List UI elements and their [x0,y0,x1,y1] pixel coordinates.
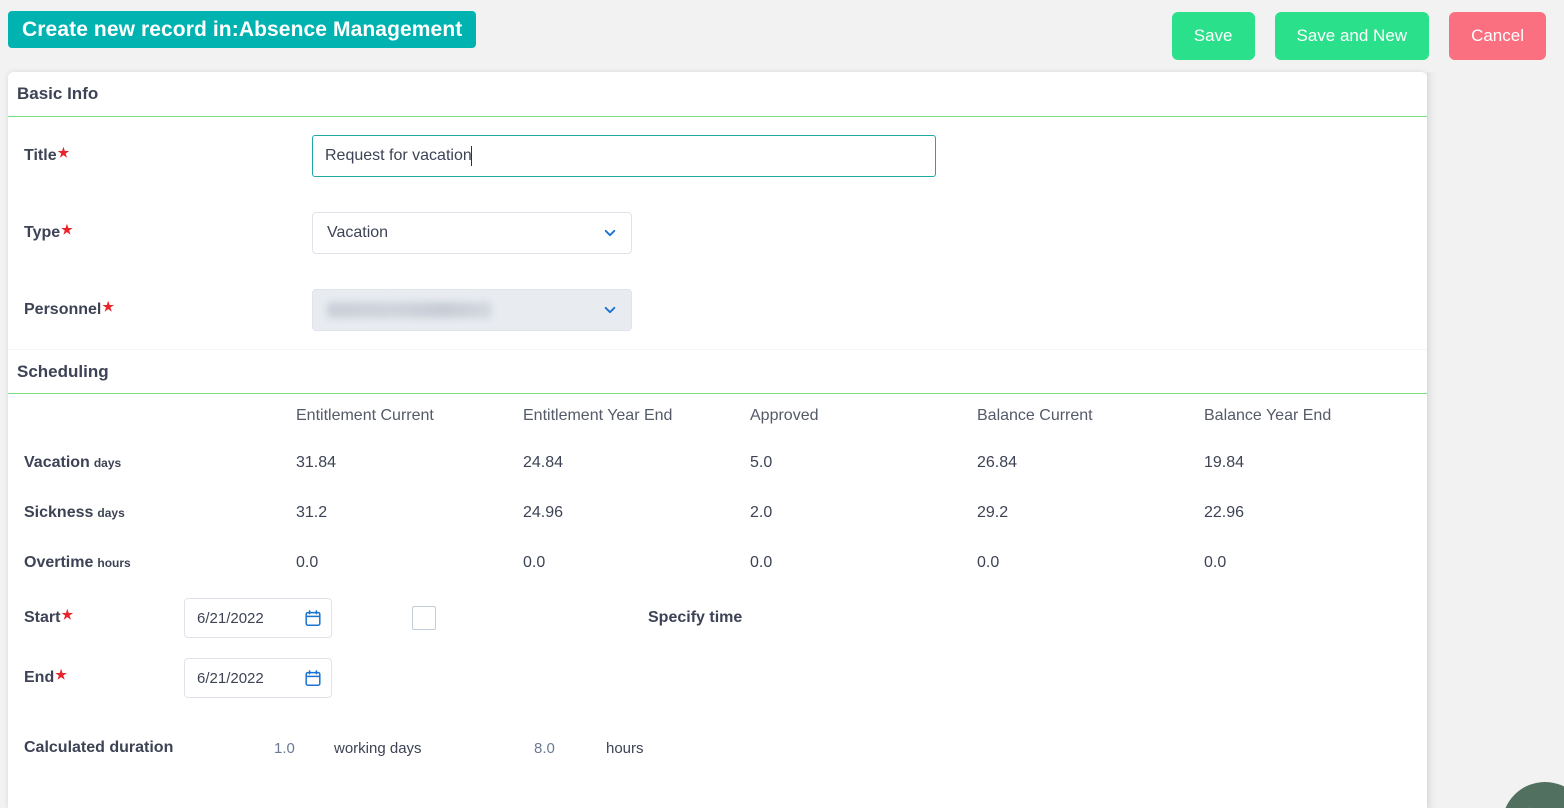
table-row: Overtime hours 0.0 0.0 0.0 0.0 0.0 [8,538,1427,588]
start-date-input[interactable]: 6/21/2022 [184,598,332,638]
cell-value: 0.0 [750,538,977,588]
cell-value: 5.0 [750,438,977,488]
title-field-row: Title ★ Request for vacation [8,117,1427,195]
row-label-sickness: Sickness days [8,488,296,538]
table-row: Sickness days 31.2 24.96 2.0 29.2 22.96 [8,488,1427,538]
balances-col-balance-year-end: Balance Year End [1204,394,1427,438]
save-button[interactable]: Save [1172,12,1255,60]
duration-hours-value: 8.0 [534,740,606,757]
type-select[interactable]: Vacation [312,212,632,254]
cell-value: 2.0 [750,488,977,538]
specify-time-label: Specify time [648,609,742,627]
cell-value: 0.0 [523,538,750,588]
save-and-new-button[interactable]: Save and New [1275,12,1430,60]
required-star-icon: ★ [55,667,67,683]
required-star-icon: ★ [58,145,70,161]
row-unit-text: days [94,456,121,470]
calculated-duration-label: Calculated duration [24,739,274,757]
end-field-label: End ★ [24,669,184,687]
form-panel: Basic Info Title ★ Request for vacation … [8,72,1427,808]
section-header-basic-info: Basic Info [8,72,1427,117]
chat-support-fab[interactable]: ✦ [1502,782,1564,808]
top-bar: Create new record in:Absence Management … [0,0,1564,70]
text-caret [471,146,472,166]
type-select-value: Vacation [327,224,388,242]
balances-table: Entitlement Current Entitlement Year End… [8,394,1427,588]
personnel-field-label: Personnel ★ [24,301,312,319]
cell-value: 29.2 [977,488,1204,538]
type-label-text: Type [24,224,60,242]
end-date-value: 6/21/2022 [197,670,264,687]
calculated-duration-row: Calculated duration 1.0 working days 8.0… [8,708,1427,770]
duration-days-unit: working days [334,740,534,757]
balances-col-entitlement-year-end: Entitlement Year End [523,394,750,438]
end-date-input[interactable]: 6/21/2022 [184,658,332,698]
cell-value: 19.84 [1204,438,1427,488]
row-label-text: Vacation [24,454,90,471]
type-field-row: Type ★ Vacation [8,195,1427,271]
chat-icon: ✦ [1524,804,1535,808]
balances-col-blank [8,394,296,438]
basic-info-body: Title ★ Request for vacation Type ★ Vaca… [8,117,1427,349]
calendar-icon[interactable] [305,610,321,627]
calendar-icon[interactable] [305,670,321,687]
absence-management-create-record-page: Create new record in:Absence Management … [0,0,1564,808]
required-star-icon: ★ [102,299,114,315]
section-title-scheduling: Scheduling [17,362,109,382]
balances-col-approved: Approved [750,394,977,438]
duration-hours-unit: hours [606,740,644,757]
cell-value: 24.96 [523,488,750,538]
row-label-text: Sickness [24,504,93,521]
title-input-value: Request for vacation [325,147,472,165]
required-star-icon: ★ [61,607,73,623]
cell-value: 26.84 [977,438,1204,488]
chevron-down-icon [603,303,617,317]
panel-right-edge-shadow [1427,72,1437,808]
top-bar-actions: Save Save and New Cancel [1172,12,1546,60]
row-unit-text: hours [97,556,130,570]
title-field-label: Title ★ [24,147,312,165]
balances-col-balance-current: Balance Current [977,394,1204,438]
start-label-text: Start [24,609,60,627]
row-label-vacation: Vacation days [8,438,296,488]
balances-table-head: Entitlement Current Entitlement Year End… [8,394,1427,438]
cell-value: 31.2 [296,488,523,538]
end-label-text: End [24,669,54,687]
required-star-icon: ★ [61,222,73,238]
section-header-scheduling: Scheduling [8,349,1427,394]
balances-header-row: Entitlement Current Entitlement Year End… [8,394,1427,438]
personnel-select[interactable] [312,289,632,331]
start-date-value: 6/21/2022 [197,610,264,627]
personnel-redacted-value [327,302,492,318]
start-field-label: Start ★ [24,609,184,627]
cell-value: 0.0 [1204,538,1427,588]
cancel-button[interactable]: Cancel [1449,12,1546,60]
page-title: Create new record in:Absence Management [8,11,476,48]
section-title-basic-info: Basic Info [17,84,98,104]
cell-value: 22.96 [1204,488,1427,538]
duration-days-value: 1.0 [274,740,334,757]
start-field-row: Start ★ 6/21/2022 [8,588,1427,648]
cell-value: 24.84 [523,438,750,488]
title-input[interactable]: Request for vacation [312,135,936,177]
chevron-down-icon [603,226,617,240]
cell-value: 0.0 [977,538,1204,588]
row-unit-text: days [97,506,124,520]
type-field-label: Type ★ [24,224,312,242]
balances-col-entitlement-current: Entitlement Current [296,394,523,438]
title-label-text: Title [24,147,57,165]
table-row: Vacation days 31.84 24.84 5.0 26.84 19.84 [8,438,1427,488]
cell-value: 31.84 [296,438,523,488]
end-field-row: End ★ 6/21/2022 [8,648,1427,708]
balances-table-body: Vacation days 31.84 24.84 5.0 26.84 19.84… [8,438,1427,588]
row-label-overtime: Overtime hours [8,538,296,588]
cell-value: 0.0 [296,538,523,588]
personnel-label-text: Personnel [24,301,101,319]
specify-time-checkbox[interactable] [412,606,436,630]
row-label-text: Overtime [24,554,93,571]
scheduling-body: Entitlement Current Entitlement Year End… [8,394,1427,770]
personnel-field-row: Personnel ★ [8,271,1427,349]
